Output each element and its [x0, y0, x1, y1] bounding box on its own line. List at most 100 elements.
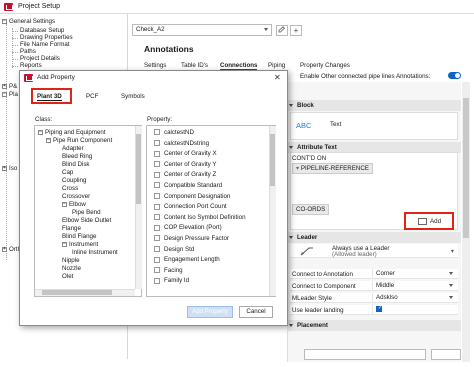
property-checkbox[interactable]: [154, 182, 160, 189]
property-list-item[interactable]: Engagement Length: [154, 256, 220, 263]
collapse-icon[interactable]: −: [2, 18, 7, 24]
expand-icon[interactable]: +: [2, 246, 7, 252]
collapse-icon[interactable]: −: [62, 201, 67, 207]
collapse-icon[interactable]: −: [2, 91, 7, 97]
pipeline-reference-chip[interactable]: ▾ PIPELINE-REFERENCE: [292, 163, 373, 174]
tab-settings[interactable]: Settings: [144, 62, 166, 69]
property-list-item[interactable]: Design Pressure Factor: [154, 235, 229, 242]
class-tree-scroll-thumb[interactable]: [136, 134, 141, 204]
tab-pcf[interactable]: PCF: [86, 93, 98, 100]
panel-scrollbar-thumb[interactable]: [463, 98, 469, 238]
style-combobox[interactable]: Check_A2: [132, 24, 272, 36]
class-tree-item[interactable]: Nozzle: [62, 265, 81, 272]
class-tree-item[interactable]: − Pipe Run Component: [46, 137, 112, 144]
leader-section-header[interactable]: Leader: [287, 232, 461, 243]
leader-style-row[interactable]: Always use a Leader (Allowed leader) ▾: [290, 244, 458, 258]
tree-item-iso[interactable]: + Iso: [2, 165, 17, 172]
class-tree-item[interactable]: Olet: [62, 273, 73, 280]
use-landing-checkbox[interactable]: ✓: [376, 305, 382, 312]
tree-item-paths[interactable]: Paths: [20, 48, 36, 55]
block-section-header[interactable]: Block: [287, 100, 461, 111]
property-checkbox[interactable]: [154, 192, 160, 199]
property-list-item[interactable]: COP Elevation (Port): [154, 224, 222, 231]
collapse-icon[interactable]: −: [38, 129, 43, 135]
collapse-icon[interactable]: −: [62, 241, 67, 247]
property-checkbox[interactable]: [154, 150, 160, 157]
edit-style-button[interactable]: [276, 25, 288, 36]
property-checkbox[interactable]: [154, 245, 160, 252]
class-tree-item[interactable]: Crossover: [62, 193, 90, 200]
apply-button[interactable]: [304, 349, 426, 360]
property-list-item[interactable]: Design Std: [154, 246, 194, 253]
property-list-scroll-thumb[interactable]: [270, 134, 275, 186]
property-checkbox[interactable]: [154, 256, 160, 263]
enable-annotations-toggle[interactable]: [448, 72, 461, 79]
property-checkbox[interactable]: [154, 139, 160, 146]
property-list-item[interactable]: calctestNDstring: [154, 140, 209, 147]
property-list-item[interactable]: Center of Gravity Z: [154, 171, 216, 178]
class-tree-item[interactable]: Elbow Side Outlet: [62, 217, 111, 224]
collapse-icon[interactable]: −: [46, 137, 51, 143]
close-icon[interactable]: ✕: [274, 73, 281, 82]
class-tree-item[interactable]: − Elbow: [62, 201, 86, 208]
class-tree-item[interactable]: Nipple: [62, 257, 80, 264]
property-list-item[interactable]: Content Iso Symbol Definition: [154, 214, 246, 221]
expand-icon[interactable]: +: [2, 83, 7, 89]
class-tree-item[interactable]: Pipe Bend: [72, 209, 101, 216]
tree-item-plant3d[interactable]: − Pla: [2, 91, 18, 98]
property-list-item[interactable]: Center of Gravity Y: [154, 161, 217, 168]
property-list-item[interactable]: Center of Gravity X: [154, 150, 217, 157]
class-tree-item[interactable]: − Piping and Equipment: [38, 129, 106, 136]
class-tree-item[interactable]: Cross: [62, 185, 78, 192]
tab-connections[interactable]: Connections: [220, 62, 258, 70]
tab-symbols[interactable]: Symbols: [121, 93, 145, 100]
property-checkbox[interactable]: [154, 277, 160, 284]
placement-section-header[interactable]: Placement: [287, 320, 461, 331]
class-tree-item[interactable]: Adapter: [62, 145, 84, 152]
leader-prop-row[interactable]: Connect to Annotation Corner: [290, 269, 458, 279]
leader-prop-row[interactable]: Use leader landing ✓: [290, 305, 458, 315]
close-button[interactable]: [431, 349, 461, 360]
property-list-item[interactable]: Compatible Standard: [154, 182, 222, 189]
add-property-button[interactable]: Add Property: [187, 306, 233, 318]
coords-chip[interactable]: CO-ORDS: [292, 204, 330, 215]
property-list-item[interactable]: Facing: [154, 267, 183, 274]
tab-plant-3d[interactable]: Plant 3D: [37, 93, 62, 101]
expand-icon[interactable]: +: [2, 165, 7, 171]
tree-item-ortho[interactable]: + Ortl: [2, 246, 19, 253]
property-checkbox[interactable]: [154, 235, 160, 242]
add-style-button[interactable]: +: [290, 25, 302, 36]
block-preview[interactable]: [290, 112, 458, 140]
property-checkbox[interactable]: [154, 203, 160, 210]
property-checkbox[interactable]: [154, 224, 160, 231]
leader-prop-row[interactable]: MLeader Style Adsklso: [290, 293, 458, 303]
property-list-item[interactable]: calctestND: [154, 129, 194, 136]
class-tree-item[interactable]: Bleed Ring: [62, 153, 92, 160]
class-tree-item[interactable]: Blind Flange: [62, 233, 96, 240]
property-checkbox[interactable]: [154, 267, 160, 274]
tree-item-pid[interactable]: + P&: [2, 83, 17, 90]
tab-piping[interactable]: Piping: [268, 62, 285, 69]
tab-table-ids[interactable]: Table ID's: [181, 62, 208, 69]
class-tree-item[interactable]: Cap: [62, 169, 73, 176]
class-tree-item[interactable]: Inline Instrument: [72, 249, 118, 256]
leader-prop-row[interactable]: Connect to Component Middle: [290, 281, 458, 291]
property-list-item[interactable]: Family Id: [154, 277, 189, 284]
add-attribute-button[interactable]: Add: [404, 212, 454, 230]
property-checkbox[interactable]: [154, 214, 160, 221]
property-checkbox[interactable]: [154, 161, 160, 168]
property-checkbox[interactable]: [154, 171, 160, 178]
tree-item-database-setup[interactable]: Database Setup: [20, 27, 64, 34]
property-checkbox[interactable]: [154, 129, 160, 136]
class-tree-item[interactable]: Blind Disk: [62, 161, 90, 168]
tree-item-general-settings[interactable]: − General Settings: [2, 18, 55, 25]
tree-item-reports[interactable]: Reports: [20, 62, 42, 69]
cancel-button[interactable]: Cancel: [239, 306, 273, 318]
class-tree-item[interactable]: Coupling: [62, 177, 86, 184]
tree-item-drawing-properties[interactable]: Drawing Properties: [20, 34, 73, 41]
class-tree-hscroll-thumb[interactable]: [42, 290, 112, 295]
tab-property-changes[interactable]: Property Changes: [300, 62, 350, 69]
class-tree-item[interactable]: Flange: [62, 225, 81, 232]
tree-item-project-details[interactable]: Project Details: [20, 55, 60, 62]
tree-item-file-name-format[interactable]: File Name Format: [20, 41, 70, 48]
